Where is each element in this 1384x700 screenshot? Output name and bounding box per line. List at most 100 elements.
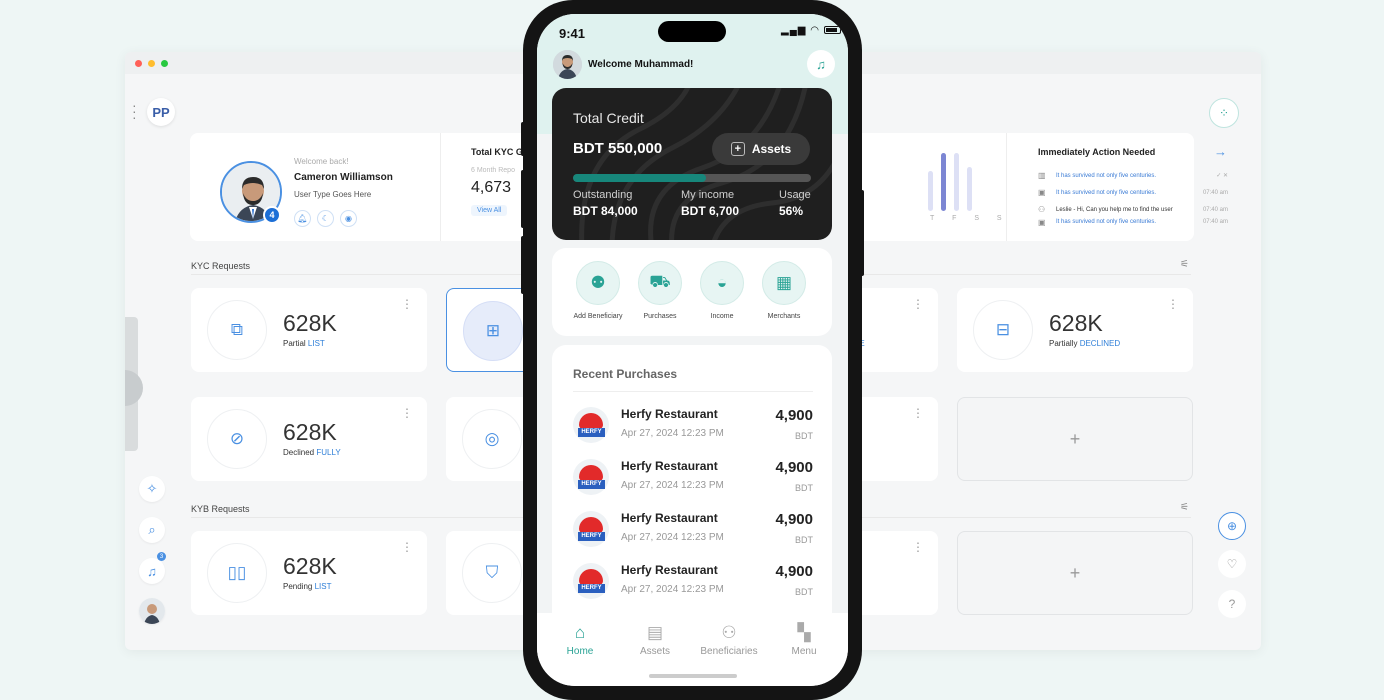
tab-beneficiaries[interactable]: ⚇ Beneficiaries bbox=[692, 623, 766, 657]
chart-icon: ▥ bbox=[1038, 171, 1046, 180]
add-circle-icon[interactable]: ⊕ bbox=[1218, 512, 1246, 540]
sidebar-toggle-handle[interactable] bbox=[125, 370, 143, 406]
merchants-button[interactable]: ▦ Merchants bbox=[753, 261, 815, 320]
weekly-bar-chart bbox=[928, 151, 972, 211]
search-icon[interactable]: ⌕ bbox=[139, 517, 165, 543]
kyc-card-partial[interactable]: ⧉ 628K Partial LIST ⋮ bbox=[191, 288, 427, 372]
add-card-button[interactable]: + bbox=[957, 531, 1193, 615]
purchase-amount: 4,900 bbox=[775, 407, 813, 424]
wallet-icon: ◒ bbox=[700, 261, 744, 305]
block-icon: ⊘ bbox=[207, 409, 267, 469]
users-icon: ⚇ bbox=[721, 623, 737, 642]
apps-grid-icon[interactable]: ⁘ bbox=[1209, 98, 1239, 128]
purchase-amount: 4,900 bbox=[775, 563, 813, 580]
kyc-card-partially-declined[interactable]: ⊟ 628K Partially DECLINED ⋮ bbox=[957, 288, 1193, 372]
check-icon[interactable]: ✓ ✕ bbox=[1216, 172, 1228, 179]
outstanding-value: BDT 84,000 bbox=[573, 204, 638, 218]
merchant-logo: HERFY bbox=[573, 511, 609, 547]
more-icon[interactable]: ⋮ bbox=[401, 297, 413, 311]
purchases-button[interactable]: ⛟ Purchases bbox=[629, 261, 691, 320]
welcome-text: Welcome Muhammad! bbox=[588, 59, 694, 70]
cart-icon: ⛟ bbox=[638, 261, 682, 305]
status-icons: ▂▄▆ ◠ bbox=[781, 25, 841, 36]
more-icon[interactable]: ⋮ bbox=[1167, 297, 1179, 311]
list-item[interactable]: HERFY Herfy Restaurant Apr 27, 2024 12:2… bbox=[573, 554, 813, 606]
action-text: It has survived not only five centuries. bbox=[1056, 189, 1157, 196]
sparkle-icon[interactable]: ✧ bbox=[139, 476, 165, 502]
bell-icon[interactable]: 🔔︎ bbox=[294, 210, 311, 227]
more-icon[interactable]: ⋮ bbox=[401, 540, 413, 554]
more-icon[interactable]: ⋮ bbox=[912, 540, 924, 554]
tab-assets[interactable]: ▤ Assets bbox=[618, 623, 692, 657]
person-icon bbox=[553, 50, 582, 79]
list-item[interactable]: ⚇ Leslie - Hi, Can you help me to find th… bbox=[1038, 201, 1228, 218]
view-all-link[interactable]: View All bbox=[471, 205, 508, 216]
card-value: 628K bbox=[283, 310, 337, 336]
bell-icon[interactable]: ♫ bbox=[807, 50, 835, 78]
phone-side-button bbox=[521, 236, 525, 294]
home-icon: ⌂ bbox=[574, 623, 586, 642]
more-icon[interactable]: · · · bbox=[132, 98, 138, 124]
list-item[interactable]: ▥ It has survived not only five centuries… bbox=[1038, 167, 1228, 184]
add-card-button[interactable]: + bbox=[957, 397, 1193, 481]
assets-button-label: Assets bbox=[751, 142, 792, 156]
chart-bar bbox=[928, 171, 933, 211]
list-item[interactable]: HERFY Herfy Restaurant Apr 27, 2024 12:2… bbox=[573, 450, 813, 502]
bell-icon[interactable]: ♫ bbox=[139, 558, 165, 584]
tab-label: Home bbox=[566, 646, 594, 657]
filter-icon[interactable]: ⚟ bbox=[1180, 502, 1189, 513]
purchase-date: Apr 27, 2024 12:23 PM bbox=[621, 584, 724, 595]
more-icon[interactable]: ⋮ bbox=[912, 297, 924, 311]
kyc-card-declined[interactable]: ⊘ 628K Declined FULLY ⋮ bbox=[191, 397, 427, 481]
more-icon[interactable]: ⋮ bbox=[912, 406, 924, 420]
action-needed-title: Immediately Action Needed bbox=[1038, 147, 1156, 157]
profile-quick-icons: 🔔︎ ☾ ◉ bbox=[294, 210, 357, 227]
battery-icon bbox=[823, 26, 841, 35]
avatar[interactable] bbox=[553, 50, 582, 79]
income-button[interactable]: ◒ Income bbox=[691, 261, 753, 320]
list-item[interactable]: ▣ It has survived not only five centuries… bbox=[1038, 218, 1228, 226]
maximize-window-button[interactable] bbox=[161, 59, 168, 67]
tab-menu[interactable]: ▚ Menu bbox=[767, 623, 841, 657]
list-item[interactable]: HERFY Herfy Restaurant Apr 27, 2024 12:2… bbox=[573, 502, 813, 554]
minimize-window-button[interactable] bbox=[148, 59, 155, 67]
menu-grid-icon: ▚ bbox=[797, 623, 811, 642]
phone-frame: 9:41 ▂▄▆ ◠ Welcome Muhammad! ♫ Total Cre… bbox=[521, 0, 864, 700]
eye-icon[interactable]: ◉ bbox=[340, 210, 357, 227]
card-value: 628K bbox=[283, 553, 337, 579]
user-icon: ⚇ bbox=[1038, 205, 1046, 214]
inbox-icon: ▣ bbox=[1038, 218, 1046, 226]
user-avatar[interactable] bbox=[139, 598, 165, 624]
arrow-right-icon[interactable]: → bbox=[1214, 144, 1227, 159]
action-time: 07:40 am bbox=[1202, 206, 1228, 213]
tab-label: Assets bbox=[639, 646, 670, 657]
kyb-card-pending[interactable]: ▯▯ 628K Pending LIST ⋮ bbox=[191, 531, 427, 615]
assets-button[interactable]: + Assets bbox=[712, 133, 810, 165]
usage-value: 56% bbox=[779, 204, 804, 218]
filter-icon[interactable]: ⚟ bbox=[1180, 259, 1189, 270]
signal-icon: ▂▄▆ bbox=[781, 25, 807, 36]
moon-icon[interactable]: ☾ bbox=[317, 210, 334, 227]
quick-action-label: Add Beneficiary bbox=[573, 313, 623, 320]
quick-action-label: Purchases bbox=[643, 313, 677, 320]
list-item[interactable]: HERFY Herfy Restaurant Apr 27, 2024 12:2… bbox=[573, 398, 813, 450]
purchase-amount: 4,900 bbox=[775, 459, 813, 476]
list-item[interactable]: ▣ It has survived not only five centuries… bbox=[1038, 184, 1228, 201]
columns-icon: ▯▯ bbox=[207, 543, 267, 603]
tab-home[interactable]: ⌂ Home bbox=[543, 623, 617, 657]
quick-actions: ⚉ Add Beneficiary ⛟ Purchases ◒ Income ▦ Mer… bbox=[552, 248, 832, 336]
add-beneficiary-button[interactable]: ⚉ Add Beneficiary bbox=[567, 261, 629, 320]
heart-icon[interactable]: ♡ bbox=[1218, 550, 1246, 578]
help-icon[interactable]: ? bbox=[1218, 590, 1246, 618]
app-logo[interactable]: PP bbox=[147, 98, 175, 126]
merchant-logo: HERFY bbox=[573, 459, 609, 495]
close-window-button[interactable] bbox=[135, 59, 142, 67]
wifi-icon: ◠ bbox=[810, 25, 820, 36]
card-label: Partial LIST bbox=[283, 339, 325, 348]
assets-icon: ▤ bbox=[646, 623, 664, 642]
card-label: Partially DECLINED bbox=[1049, 339, 1121, 348]
action-time: 07:40 am bbox=[1202, 219, 1228, 225]
usage-label: Usage bbox=[779, 189, 811, 201]
chart-bar bbox=[967, 167, 972, 211]
more-icon[interactable]: ⋮ bbox=[401, 406, 413, 420]
